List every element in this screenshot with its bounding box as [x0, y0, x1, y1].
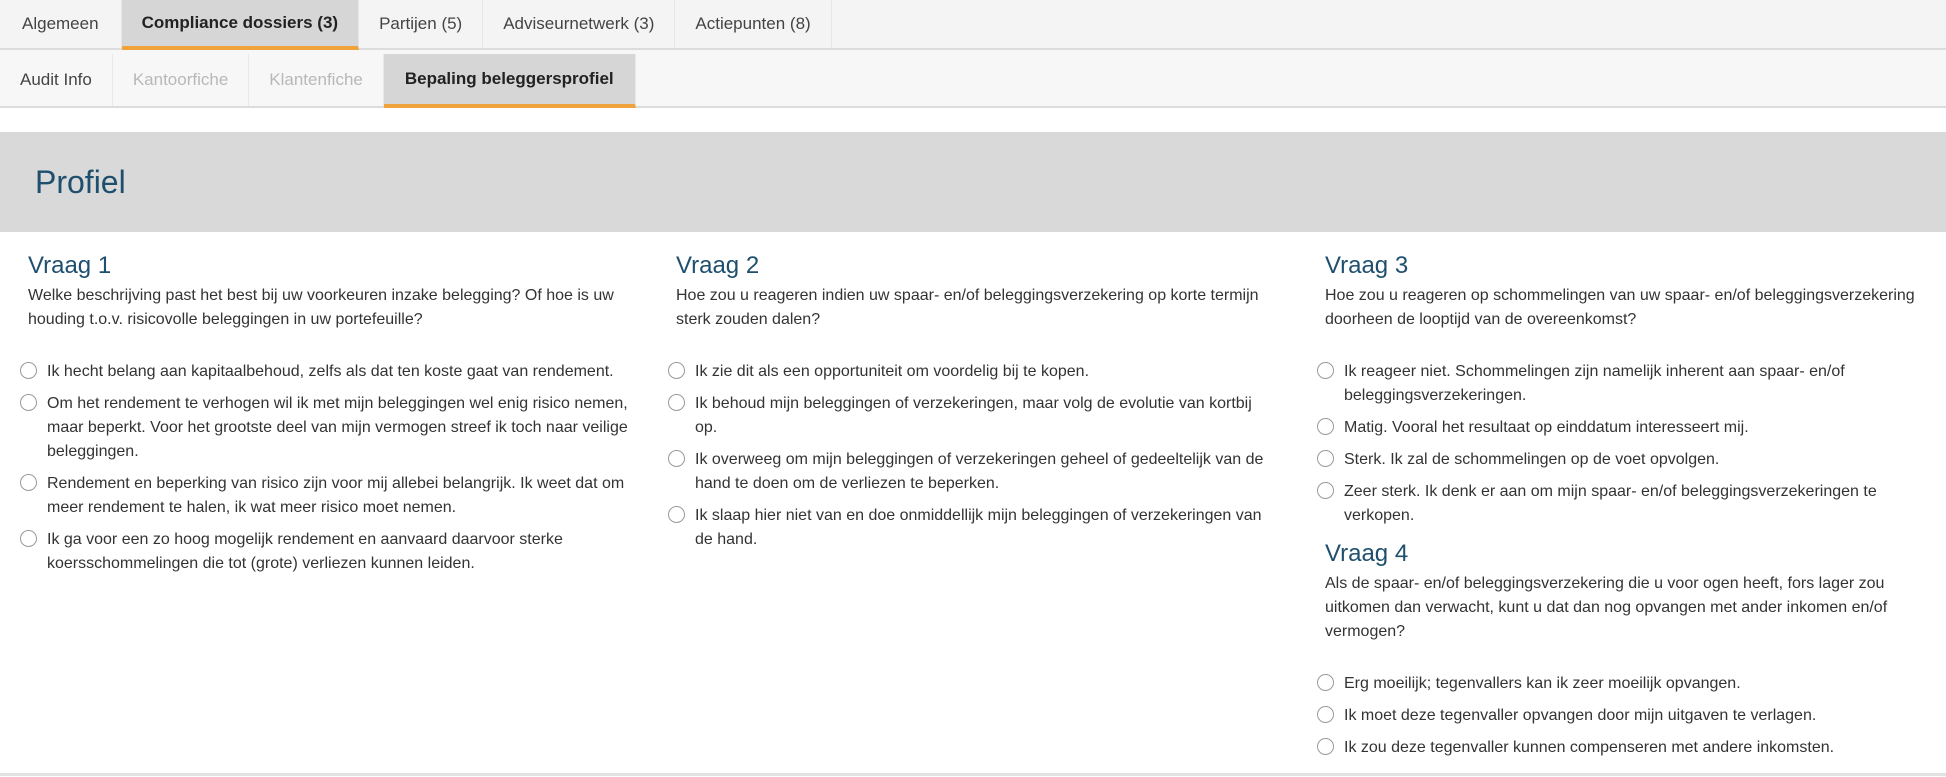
question-3: Vraag 3 Hoe zou u reageren op schommelin… [1317, 252, 1925, 528]
option-1[interactable]: Ik reageer niet. Schommelingen zijn name… [1317, 360, 1925, 408]
option-4[interactable]: Zeer sterk. Ik denk er aan om mijn spaar… [1317, 480, 1925, 528]
radio-button[interactable] [1317, 362, 1334, 379]
tab-audit-info[interactable]: Audit Info [0, 54, 113, 106]
option-label: Ik hecht belang aan kapitaalbehoud, zelf… [47, 363, 614, 380]
question-text: Als de spaar- en/of beleggingsverzekerin… [1325, 575, 1888, 640]
radio-button[interactable] [668, 362, 685, 379]
option-label: Ik slaap hier niet van en doe onmiddelli… [695, 507, 1262, 548]
radio-button[interactable] [20, 474, 37, 491]
option-3[interactable]: Ik overweeg om mijn beleggingen of verze… [668, 448, 1276, 496]
option-label: Erg moeilijk; tegenvallers kan ik zeer m… [1344, 675, 1741, 692]
radio-button[interactable] [1317, 738, 1334, 755]
radio-button[interactable] [1317, 450, 1334, 467]
page-title: Profiel [35, 163, 126, 200]
question-4: Vraag 4 Als de spaar- en/of beleggingsve… [1317, 540, 1925, 760]
tab-kantoorfiche: Kantoorfiche [113, 54, 250, 106]
option-1[interactable]: Ik hecht belang aan kapitaalbehoud, zelf… [20, 360, 628, 384]
bottom-divider [0, 773, 1946, 776]
option-3[interactable]: Ik zou deze tegenvaller kunnen compenser… [1317, 736, 1925, 760]
question-1: Vraag 1 Welke beschrijving past het best… [20, 252, 628, 584]
tab-compliance-dossiers[interactable]: Compliance dossiers (3) [121, 0, 360, 50]
question-text: Hoe zou u reageren op schommelingen van … [1325, 287, 1915, 328]
radio-button[interactable] [668, 394, 685, 411]
tab-partijen[interactable]: Partijen (5) [359, 0, 484, 48]
profile-header: Profiel [0, 132, 1946, 232]
radio-button[interactable] [1317, 418, 1334, 435]
tab-algemeen[interactable]: Algemeen [0, 0, 122, 48]
option-2[interactable]: Om het rendement te verhogen wil ik met … [20, 392, 628, 464]
option-label: Ik zie dit als een opportuniteit om voor… [695, 363, 1090, 380]
radio-button[interactable] [668, 450, 685, 467]
option-3[interactable]: Sterk. Ik zal de schommelingen op de voe… [1317, 448, 1925, 472]
option-label: Ik moet deze tegenvaller opvangen door m… [1344, 707, 1817, 724]
radio-button[interactable] [1317, 674, 1334, 691]
radio-button[interactable] [1317, 482, 1334, 499]
question-title: Vraag 2 [676, 252, 760, 279]
option-4[interactable]: Ik ga voor een zo hoog mogelijk rendemen… [20, 528, 628, 576]
question-title: Vraag 4 [1325, 540, 1409, 567]
tab-adviseurnetwerk[interactable]: Adviseurnetwerk (3) [483, 0, 676, 48]
option-label: Ik reageer niet. Schommelingen zijn name… [1344, 363, 1845, 404]
option-2[interactable]: Ik moet deze tegenvaller opvangen door m… [1317, 704, 1925, 728]
option-label: Sterk. Ik zal de schommelingen op de voe… [1344, 451, 1720, 468]
option-3[interactable]: Rendement en beperking van risico zijn v… [20, 472, 628, 520]
option-label: Ik overweeg om mijn beleggingen of verze… [695, 451, 1264, 492]
question-title: Vraag 3 [1325, 252, 1409, 279]
question-text: Hoe zou u reageren indien uw spaar- en/o… [676, 287, 1259, 328]
option-1[interactable]: Ik zie dit als een opportuniteit om voor… [668, 360, 1276, 384]
option-1[interactable]: Erg moeilijk; tegenvallers kan ik zeer m… [1317, 672, 1925, 696]
tab-klantenfiche: Klantenfiche [249, 54, 384, 106]
option-2[interactable]: Ik behoud mijn beleggingen of verzekerin… [668, 392, 1276, 440]
question-title: Vraag 1 [28, 252, 112, 279]
main-tab-bar: Algemeen Compliance dossiers (3) Partije… [0, 0, 1946, 50]
option-2[interactable]: Matig. Vooral het resultaat op einddatum… [1317, 416, 1925, 440]
option-label: Ik ga voor een zo hoog mogelijk rendemen… [47, 531, 563, 572]
option-label: Matig. Vooral het resultaat op einddatum… [1344, 419, 1749, 436]
radio-button[interactable] [1317, 706, 1334, 723]
question-2: Vraag 2 Hoe zou u reageren indien uw spa… [668, 252, 1276, 560]
option-4[interactable]: Ik slaap hier niet van en doe onmiddelli… [668, 504, 1276, 552]
tab-bepaling-beleggersprofiel[interactable]: Bepaling beleggersprofiel [383, 54, 636, 108]
option-label: Zeer sterk. Ik denk er aan om mijn spaar… [1344, 483, 1877, 524]
radio-button[interactable] [20, 530, 37, 547]
option-label: Rendement en beperking van risico zijn v… [47, 475, 625, 516]
question-column-3: Vraag 3 Hoe zou u reageren op schommelin… [1317, 252, 1925, 768]
sub-tab-bar: Audit Info Kantoorfiche Klantenfiche Bep… [0, 50, 1946, 108]
option-label: Om het rendement te verhogen wil ik met … [47, 395, 628, 460]
option-label: Ik behoud mijn beleggingen of verzekerin… [695, 395, 1252, 436]
radio-button[interactable] [20, 394, 37, 411]
radio-button[interactable] [668, 506, 685, 523]
option-label: Ik zou deze tegenvaller kunnen compenser… [1344, 739, 1835, 756]
question-text: Welke beschrijving past het best bij uw … [28, 287, 614, 328]
radio-button[interactable] [20, 362, 37, 379]
tab-actiepunten[interactable]: Actiepunten (8) [675, 0, 832, 48]
